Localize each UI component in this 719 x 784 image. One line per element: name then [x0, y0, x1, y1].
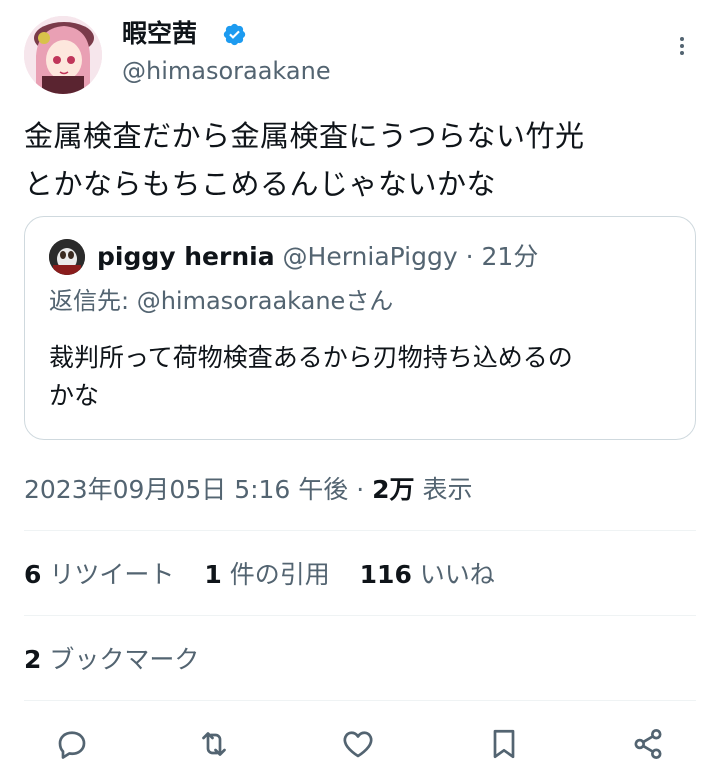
- quotes-stat[interactable]: 1 件の引用: [204, 560, 329, 589]
- tweet-text-line: とかならもちこめるんじゃないかな: [24, 167, 497, 201]
- retweets-count: 6: [24, 560, 42, 589]
- quote-separator: ·: [457, 242, 482, 271]
- bookmarks-label: ブックマーク: [49, 645, 200, 674]
- quote-header: piggy hernia @HerniaPiggy · 21分: [97, 239, 538, 275]
- engagement-stats: 6 リツイート 1 件の引用 116 いいね: [24, 557, 517, 593]
- quote-avatar[interactable]: [49, 239, 85, 275]
- quote-reply-to: 返信先: @himasoraakaneさん: [49, 283, 393, 319]
- divider: [24, 615, 696, 616]
- divider: [24, 530, 696, 531]
- author-handle[interactable]: @himasoraakane: [122, 56, 331, 86]
- quotes-count: 1: [204, 560, 222, 589]
- retweet-button[interactable]: [196, 726, 232, 762]
- bookmarks-count: 2: [24, 645, 42, 674]
- quote-text-line: 裁判所って荷物検査あるから刃物持ち込めるの: [49, 343, 573, 372]
- verified-badge-icon: [222, 22, 247, 47]
- retweets-stat[interactable]: 6 リツイート: [24, 560, 174, 589]
- author-display-name[interactable]: 暇空茜: [122, 18, 197, 50]
- divider: [24, 700, 696, 701]
- reply-prefix: 返信先:: [49, 287, 137, 315]
- bookmarks-stat[interactable]: 2 ブックマーク: [24, 642, 199, 678]
- avatar-image: [24, 16, 102, 94]
- meta-separator: ·: [348, 475, 373, 504]
- reply-suffix: さん: [345, 287, 394, 315]
- tweet-meta: 2023年09月05日 5:16 午後 · 2万 表示: [24, 472, 473, 508]
- like-icon: [343, 731, 373, 758]
- retweet-icon: [202, 732, 226, 756]
- bookmark-icon: [493, 729, 515, 759]
- reply-handle[interactable]: @himasoraakane: [137, 287, 346, 315]
- quote-author-name[interactable]: piggy hernia: [97, 242, 275, 271]
- quote-avatar-image: [49, 239, 85, 275]
- reply-icon: [58, 731, 86, 759]
- quote-author-handle[interactable]: @HerniaPiggy: [283, 242, 458, 271]
- bookmark-button[interactable]: [486, 726, 522, 762]
- reply-button[interactable]: [54, 726, 90, 762]
- quote-text: 裁判所って荷物検査あるから刃物持ち込めるの かな: [49, 339, 679, 415]
- share-button[interactable]: [630, 726, 666, 762]
- retweets-label: リツイート: [49, 560, 175, 589]
- author-avatar[interactable]: [24, 16, 102, 94]
- tweet-text-line: 金属検査だから金属検査にうつらない竹光: [24, 119, 585, 153]
- quote-time[interactable]: 21分: [482, 242, 539, 271]
- tweet-text: 金属検査だから金属検査にうつらない竹光 とかならもちこめるんじゃないかな: [24, 112, 704, 208]
- views-count: 2万: [372, 475, 415, 504]
- quotes-label: 件の引用: [229, 560, 330, 589]
- share-icon: [634, 729, 662, 759]
- like-button[interactable]: [340, 726, 376, 762]
- likes-stat[interactable]: 116 いいね: [360, 560, 495, 589]
- quoted-tweet[interactable]: piggy hernia @HerniaPiggy · 21分 返信先: @hi…: [24, 216, 696, 440]
- timestamp[interactable]: 2023年09月05日 5:16 午後: [24, 475, 348, 504]
- likes-count: 116: [359, 560, 412, 589]
- views-label: 表示: [422, 475, 473, 504]
- more-icon[interactable]: [670, 34, 694, 58]
- quote-text-line: かな: [49, 381, 100, 410]
- likes-label: いいね: [419, 560, 495, 589]
